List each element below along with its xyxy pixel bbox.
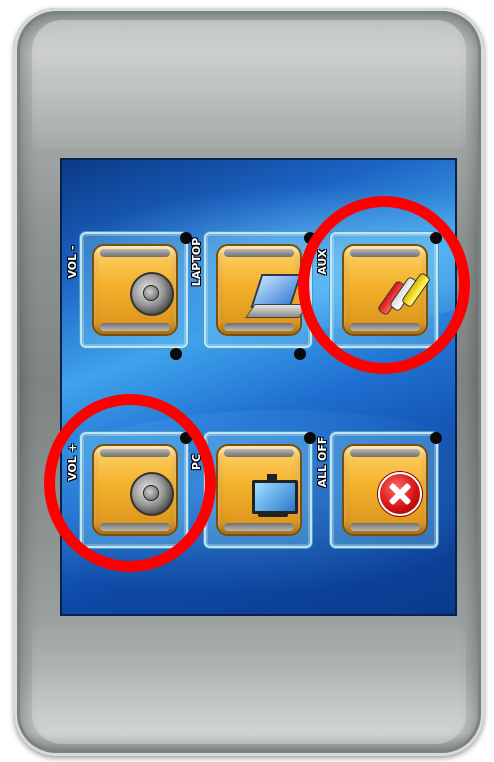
- indicator-dot: [170, 348, 182, 360]
- button-label: PC: [190, 453, 203, 471]
- speaker-icon: [130, 472, 174, 516]
- vol-down-button[interactable]: VOL -: [66, 232, 192, 348]
- indicator-dot: [430, 232, 442, 244]
- button-label: VOL -: [66, 245, 79, 279]
- all-off-button[interactable]: ALL OFF: [316, 432, 442, 548]
- vol-up-button[interactable]: VOL +: [66, 432, 192, 548]
- speaker-icon: [130, 272, 174, 316]
- monitor-icon: [252, 474, 298, 520]
- touch-screen: VOL - LAPTOP AUX VOL + PC ALL OFF: [60, 158, 457, 616]
- indicator-dot: [430, 432, 442, 444]
- indicator-dot: [304, 232, 316, 244]
- red-x-icon: [378, 472, 422, 516]
- indicator-dot: [304, 432, 316, 444]
- button-face: [216, 444, 302, 536]
- indicator-dot: [294, 348, 306, 360]
- button-face: [342, 244, 432, 336]
- button-face: [216, 244, 309, 336]
- rca-plugs-icon: [376, 270, 432, 322]
- laptop-button[interactable]: LAPTOP: [190, 232, 316, 348]
- button-face: [92, 444, 178, 536]
- aux-button[interactable]: AUX: [316, 232, 442, 348]
- button-label: ALL OFF: [316, 436, 329, 488]
- button-label: AUX: [316, 249, 329, 275]
- pc-button[interactable]: PC: [190, 432, 316, 548]
- button-label: VOL +: [66, 443, 79, 481]
- button-label: LAPTOP: [190, 237, 203, 287]
- button-face: [92, 244, 178, 336]
- button-face: [342, 444, 428, 536]
- laptop-icon: [245, 274, 309, 322]
